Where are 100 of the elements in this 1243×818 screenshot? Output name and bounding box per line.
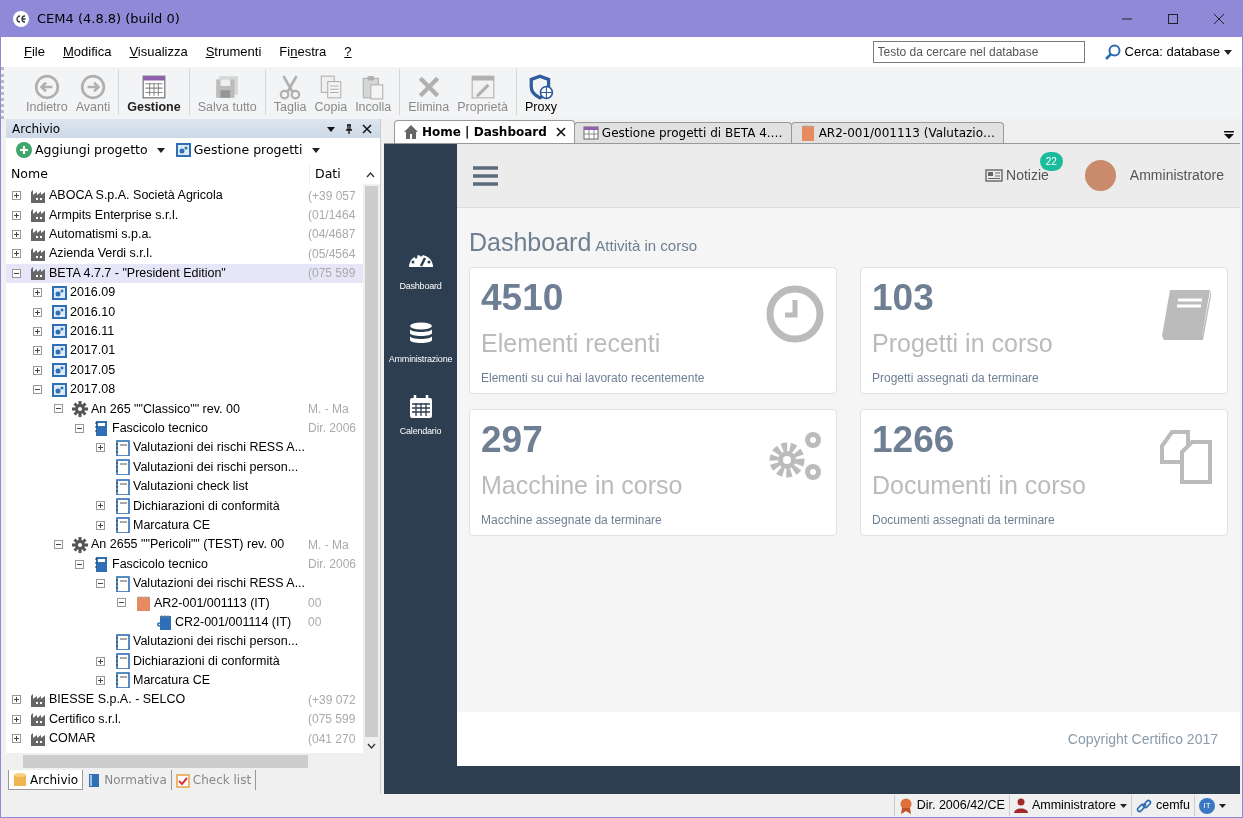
menu-item[interactable]: Visualizza (120, 42, 197, 62)
notification-badge: 22 (1039, 152, 1063, 171)
expander-icon[interactable] (96, 520, 105, 530)
tree-item-label: Dichiarazioni di conformità (133, 497, 280, 515)
tree-item-label: Valutazioni dei rischi RESS A... (133, 575, 306, 593)
tree-row[interactable]: Certifico s.r.l. (075 599 (6, 709, 363, 729)
toolbar-button[interactable]: Proxy (523, 74, 559, 115)
tree-row[interactable]: 2016.10 (6, 302, 363, 322)
document-tab[interactable]: Gestione progetti di BETA 4.… (573, 122, 792, 143)
expander-icon[interactable] (12, 229, 21, 239)
expander-icon[interactable] (54, 404, 63, 414)
expander-icon[interactable] (96, 501, 105, 511)
panel-tab[interactable]: Archivio (8, 770, 84, 790)
tree-row[interactable]: An 2655 ""Pericoli"" (TEST) rev. 00 M. - Ma (6, 535, 363, 555)
tree-item-label: Fascicolo tecnico (112, 420, 208, 437)
close-icon (555, 127, 566, 137)
tree-item-label: Fascicolo tecnico (112, 555, 208, 573)
tree-item-data: (+39 057 (308, 187, 356, 205)
tree-item-label: An 2655 ""Pericoli"" (TEST) rev. 00 (91, 536, 285, 554)
tree-item-label: Armpits Enterprise s.r.l. (49, 206, 179, 224)
expander-icon[interactable] (12, 268, 21, 278)
tree-row[interactable]: 2017.08 (6, 379, 363, 400)
expander-icon[interactable] (33, 385, 42, 395)
expander-icon[interactable] (12, 249, 21, 259)
tree-row[interactable]: Marcatura CE (6, 515, 363, 536)
document-tab[interactable]: AR2-001/001113 (Valutazio… (790, 122, 1004, 143)
pin-icon (344, 123, 354, 134)
expander-icon[interactable] (33, 365, 42, 375)
toolbar-dropdown-button[interactable]: Aggiungi progetto (16, 140, 165, 160)
connection-status[interactable]: cemfu (1130, 795, 1194, 816)
expander-icon[interactable] (33, 307, 42, 317)
sidebar-nav-item[interactable]: Amministrazione (384, 321, 457, 366)
tree-row[interactable]: Valutazioni dei rischi RESS A... (6, 573, 363, 594)
search-field[interactable]: Testo da cercare nel database (872, 41, 1085, 63)
expander-icon[interactable] (12, 695, 21, 705)
expander-icon[interactable] (96, 656, 105, 666)
binder-icon (93, 420, 109, 437)
tree-row[interactable]: Fascicolo tecnico Dir. 2006 (6, 554, 363, 574)
directive-status[interactable]: Dir. 2006/42/CE (893, 795, 1009, 816)
plus-circle-icon (16, 142, 32, 158)
tree-row[interactable]: AR2-001/001113 (IT) 00 (6, 593, 363, 613)
expander-icon[interactable] (12, 191, 21, 201)
tree-row[interactable]: Dichiarazioni di conformità (6, 496, 363, 516)
menu-item[interactable]: File (15, 42, 54, 62)
search-scope-dropdown[interactable]: Cerca: database (1098, 41, 1238, 63)
document-tab[interactable]: Home | Dashboard (394, 120, 575, 143)
expander-icon[interactable] (96, 443, 105, 453)
tree-row[interactable]: BETA 4.7.7 - "President Edition" (075 599 (6, 263, 363, 283)
tree-row[interactable]: Dichiarazioni di conformità (6, 651, 363, 671)
tree-row[interactable]: An 265 ""Classico"" rev. 00 M. - Ma (6, 399, 363, 419)
user-name[interactable]: Amministratore (1129, 165, 1224, 186)
menu-item[interactable]: Finestra (270, 42, 336, 62)
tree-item-label: AR2-001/001113 (IT) (154, 594, 270, 612)
stat-title: Elementi recenti (481, 328, 662, 360)
expander-icon[interactable] (33, 288, 42, 298)
tree-row[interactable]: COMAR (041 270 (6, 728, 363, 749)
column-header[interactable]: Dati (310, 165, 362, 184)
expander-icon[interactable] (75, 559, 84, 569)
notebook-icon (114, 497, 130, 514)
tree-item-label: 2016.10 (70, 303, 116, 321)
tree-row[interactable]: 2017.01 (6, 341, 363, 361)
language-dropdown[interactable]: IT (1194, 795, 1230, 816)
tree-row[interactable]: Marcatura CE (6, 670, 363, 691)
horizontal-scrollbar[interactable] (6, 753, 380, 770)
tree-row[interactable]: ABOCA S.p.A. Società Agricola (+39 057 (6, 186, 363, 206)
toolbar-button[interactable]: Gestione (125, 74, 183, 115)
tree-row[interactable]: Automatismi s.p.a. (04/4687 (6, 224, 363, 245)
user-status[interactable]: Amministratore (1008, 795, 1131, 816)
menu-item[interactable]: Strumenti (196, 42, 271, 62)
expander-icon[interactable] (117, 598, 126, 608)
tree-row[interactable]: Azienda Verdi s.r.l. (05/4564 (6, 244, 363, 264)
expander-icon[interactable] (96, 675, 105, 685)
expander-icon[interactable] (33, 326, 42, 336)
expander-icon[interactable] (12, 210, 21, 220)
tree-row[interactable]: Valutazioni check list (6, 476, 363, 497)
tree-row[interactable]: CR2-001/001114 (IT) 00 (6, 612, 363, 632)
sidebar-nav-item[interactable]: Calendario (384, 394, 457, 439)
tree-row[interactable]: BIESSE S.p.A. - SELCO (+39 072 (6, 690, 363, 710)
expander-icon[interactable] (75, 423, 84, 433)
menu-item[interactable]: ? (335, 42, 361, 62)
tree-item-label: 2016.09 (70, 284, 116, 302)
tree-row[interactable]: Valutazioni dei rischi person... (6, 632, 363, 652)
expander-icon[interactable] (54, 540, 63, 550)
tree-row[interactable]: 2017.05 (6, 360, 363, 380)
vertical-scrollbar[interactable] (363, 184, 380, 753)
column-header[interactable]: Nome (6, 165, 310, 184)
menu-item[interactable]: Modifica (53, 42, 121, 62)
tree-row[interactable]: 2016.09 (6, 282, 363, 303)
expander-icon[interactable] (12, 734, 21, 744)
sidebar-nav-item[interactable]: Dashboard (384, 249, 457, 294)
toolbar-dropdown-button[interactable]: Gestione progetti (174, 140, 320, 160)
tree-row[interactable]: 2016.11 (6, 321, 363, 342)
expander-icon[interactable] (96, 579, 105, 588)
tree-row[interactable]: Armpits Enterprise s.r.l. (01/1464 (6, 205, 363, 225)
tree-row[interactable]: Valutazioni dei rischi RESS A... (6, 438, 363, 458)
expander-icon[interactable] (33, 346, 42, 356)
expander-icon[interactable] (12, 714, 21, 724)
tree-row[interactable]: Valutazioni dei rischi person... (6, 457, 363, 477)
menu-button[interactable] (473, 165, 498, 186)
tree-row[interactable]: Fascicolo tecnico Dir. 2006 (6, 418, 363, 439)
